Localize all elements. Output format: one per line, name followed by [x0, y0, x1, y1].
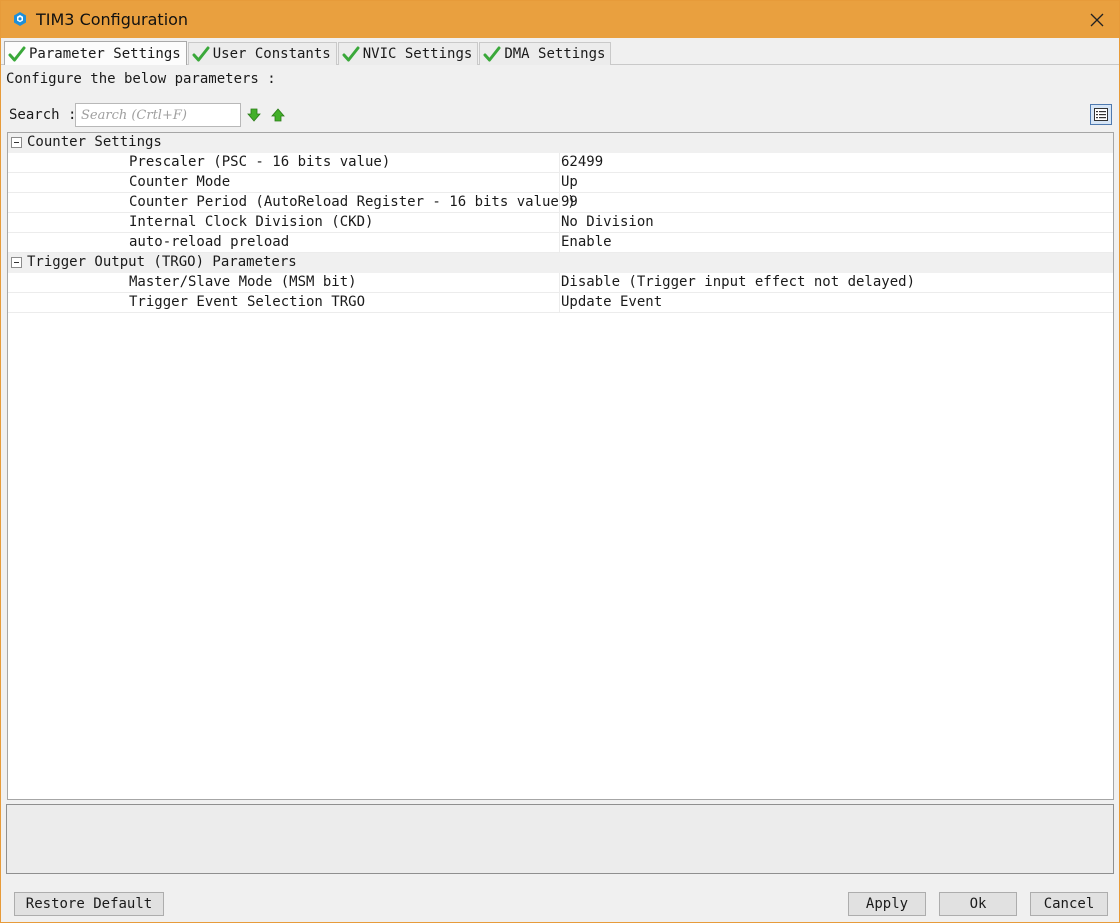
param-row-auto-reload-preload[interactable]: auto-reload preload Enable [8, 233, 1113, 253]
instructions-label: Configure the below parameters : [6, 71, 276, 87]
param-row-prescaler[interactable]: Prescaler (PSC - 16 bits value) 62499 [8, 153, 1113, 173]
close-icon [1090, 13, 1104, 26]
param-row-master-slave-mode[interactable]: Master/Slave Mode (MSM bit) Disable (Tri… [8, 273, 1113, 293]
tab-user-constants[interactable]: User Constants [187, 42, 337, 65]
checkmark-icon [483, 46, 501, 62]
tab-dma-settings[interactable]: DMA Settings [479, 42, 612, 65]
group-label: Trigger Output (TRGO) Parameters [27, 254, 297, 270]
column-divider [559, 293, 560, 313]
column-divider [559, 273, 560, 293]
param-row-counter-mode[interactable]: Counter Mode Up [8, 173, 1113, 193]
column-divider [559, 233, 560, 253]
list-view-icon [1094, 108, 1108, 121]
param-value[interactable]: 99 [561, 194, 578, 210]
checkmark-icon [342, 46, 360, 62]
tab-label: User Constants [212, 46, 331, 62]
tab-bar: Parameter Settings User Constants NVIC S… [4, 41, 612, 65]
parameter-panel: Configure the below parameters : Search … [4, 65, 1117, 802]
checkmark-icon [8, 46, 26, 61]
description-panel [6, 804, 1114, 874]
param-row-trigger-event-selection[interactable]: Trigger Event Selection TRGO Update Even… [8, 293, 1113, 313]
window-title: TIM3 Configuration [36, 10, 189, 29]
cancel-button[interactable]: Cancel [1030, 892, 1108, 916]
param-label: Trigger Event Selection TRGO [129, 294, 366, 310]
collapse-icon[interactable] [11, 137, 22, 148]
title-bar: TIM3 Configuration [1, 1, 1119, 38]
restore-default-button[interactable]: Restore Default [14, 892, 164, 916]
column-divider [559, 193, 560, 213]
tab-label: Parameter Settings [29, 45, 181, 62]
tab-label: NVIC Settings [362, 46, 473, 62]
list-view-toggle-button[interactable] [1090, 104, 1112, 125]
param-value[interactable]: No Division [561, 214, 654, 230]
param-label: Counter Mode [129, 174, 231, 190]
param-label: Internal Clock Division (CKD) [129, 214, 374, 230]
close-button[interactable] [1075, 1, 1119, 38]
column-divider [559, 213, 560, 233]
param-value[interactable]: Disable (Trigger input effect not delaye… [561, 274, 915, 290]
group-row-trigger-output[interactable]: Trigger Output (TRGO) Parameters [8, 253, 1113, 273]
checkmark-icon [192, 46, 210, 62]
param-value[interactable]: Update Event [561, 294, 662, 310]
param-value[interactable]: Up [561, 174, 578, 190]
group-label: Counter Settings [27, 134, 162, 150]
search-previous-button[interactable] [271, 108, 285, 122]
dialog-window: TIM3 Configuration Parameter Settings Us… [0, 0, 1120, 923]
param-label: Master/Slave Mode (MSM bit) [129, 274, 357, 290]
ok-button[interactable]: Ok [939, 892, 1017, 916]
search-next-button[interactable] [247, 108, 261, 122]
arrow-up-icon [271, 108, 285, 122]
tab-parameter-settings[interactable]: Parameter Settings [4, 41, 187, 65]
tab-nvic-settings[interactable]: NVIC Settings [337, 42, 479, 65]
parameter-grid: Counter Settings Prescaler (PSC - 16 bit… [7, 132, 1114, 800]
param-label: auto-reload preload [129, 234, 290, 250]
param-row-clock-division[interactable]: Internal Clock Division (CKD) No Divisio… [8, 213, 1113, 233]
cube-app-icon [14, 12, 26, 26]
collapse-icon[interactable] [11, 257, 22, 268]
tab-label: DMA Settings [504, 46, 606, 62]
param-label: Prescaler (PSC - 16 bits value) [129, 154, 391, 170]
search-input[interactable] [75, 103, 241, 127]
arrow-down-icon [247, 108, 261, 122]
param-row-counter-period[interactable]: Counter Period (AutoReload Register - 16… [8, 193, 1113, 213]
column-divider [559, 153, 560, 173]
group-row-counter-settings[interactable]: Counter Settings [8, 133, 1113, 153]
search-label: Search : [9, 107, 77, 123]
column-divider [559, 173, 560, 193]
param-label: Counter Period (AutoReload Register - 16… [129, 194, 576, 210]
param-value[interactable]: 62499 [561, 154, 603, 170]
param-value[interactable]: Enable [561, 234, 612, 250]
apply-button[interactable]: Apply [848, 892, 926, 916]
